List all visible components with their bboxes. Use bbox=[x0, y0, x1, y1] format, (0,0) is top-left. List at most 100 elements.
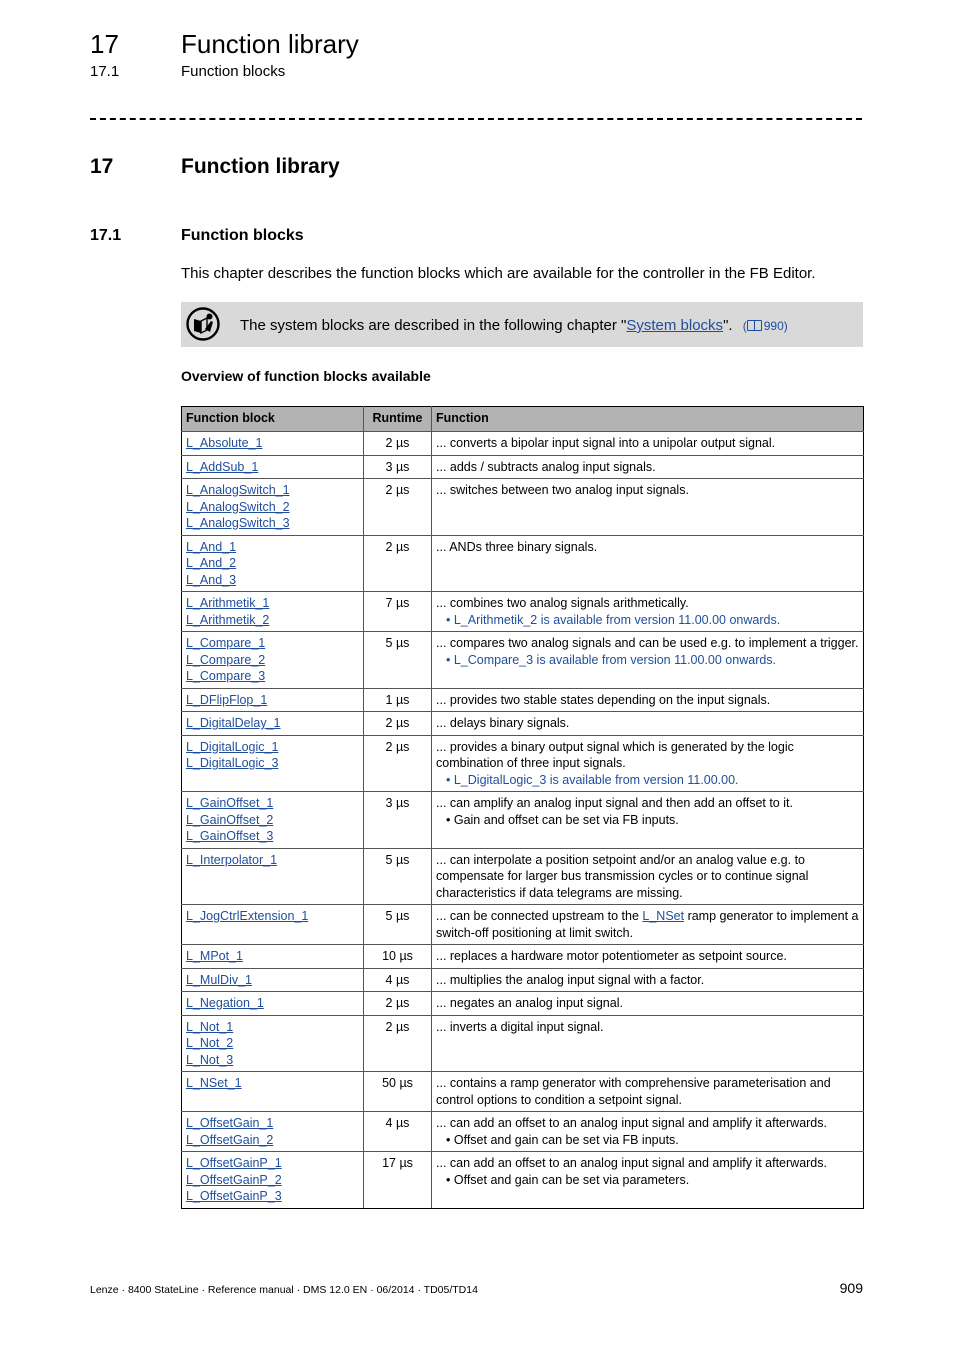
header-divider bbox=[90, 118, 862, 120]
note-text-after: ". bbox=[723, 317, 733, 334]
function-block-link[interactable]: L_DFlipFlop_1 bbox=[186, 692, 359, 709]
function-block-link[interactable]: L_AddSub_1 bbox=[186, 459, 359, 476]
table-row: L_JogCtrlExtension_1 5 µs... can be conne… bbox=[181, 904, 864, 945]
bullet-text: L_Arithmetik_2 is available from version… bbox=[453, 612, 781, 627]
function-description-text: ... compares two analog signals and can … bbox=[436, 636, 859, 650]
function-block-link[interactable]: L_Arithmetik_2 bbox=[186, 612, 359, 629]
table-row: L_GainOffset_1 L_GainOffset_2 L_GainOffset… bbox=[181, 791, 864, 849]
function-block-link[interactable]: L_Compare_3 bbox=[186, 668, 359, 685]
column-header-runtime: Runtime bbox=[363, 406, 432, 432]
column-header-function-block: Function block bbox=[181, 406, 364, 432]
function-block-link[interactable]: L_Absolute_1 bbox=[186, 435, 359, 452]
function-block-link[interactable]: L_Arithmetik_1 bbox=[186, 595, 359, 612]
function-note-bullet: • L_DigitalLogic_3 is available from ver… bbox=[436, 772, 859, 789]
function-note-bullet: • Offset and gain can be set via FB inpu… bbox=[436, 1132, 859, 1149]
runtime-cell: 2 µs bbox=[363, 734, 432, 792]
function-description-text: ... delays binary signals. bbox=[436, 716, 570, 730]
function-block-link[interactable]: L_OffsetGain_2 bbox=[186, 1132, 359, 1149]
function-block-link[interactable]: L_OffsetGainP_3 bbox=[186, 1188, 359, 1205]
runtime-cell: 50 µs bbox=[363, 1071, 432, 1112]
function-block-link[interactable]: L_Compare_1 bbox=[186, 635, 359, 652]
function-description-text: ... provides a binary output signal whic… bbox=[436, 739, 794, 771]
table-row: L_Compare_1 L_Compare_2 L_Compare_3 5 µs...… bbox=[181, 631, 864, 689]
bullet-text: Offset and gain can be set via parameter… bbox=[453, 1172, 690, 1187]
function-block-link[interactable]: L_DigitalLogic_3 bbox=[186, 755, 359, 772]
function-block-link[interactable]: L_DigitalDelay_1 bbox=[186, 715, 359, 732]
function-block-link[interactable]: L_Compare_2 bbox=[186, 652, 359, 669]
page-reference-link[interactable]: (990) bbox=[743, 319, 788, 333]
table-row: L_OffsetGainP_1 L_OffsetGainP_2 L_OffsetGa… bbox=[181, 1151, 864, 1209]
bullet-icon: • bbox=[446, 1132, 454, 1147]
runtime-cell: 3 µs bbox=[363, 791, 432, 849]
function-block-link[interactable]: L_AnalogSwitch_3 bbox=[186, 515, 359, 532]
function-description-text: ... can add an offset to an analog input… bbox=[436, 1156, 827, 1170]
function-block-link[interactable]: L_GainOffset_2 bbox=[186, 812, 359, 829]
function-block-link[interactable]: L_Negation_1 bbox=[186, 995, 359, 1012]
function-description-text: ... can add an offset to an analog input… bbox=[436, 1116, 827, 1130]
system-blocks-link[interactable]: System blocks bbox=[626, 317, 723, 334]
function-block-link[interactable]: L_Interpolator_1 bbox=[186, 852, 359, 869]
function-block-link[interactable]: L_AnalogSwitch_2 bbox=[186, 499, 359, 516]
function-block-link[interactable]: L_Not_1 bbox=[186, 1019, 359, 1036]
function-block-link[interactable]: L_OffsetGainP_1 bbox=[186, 1155, 359, 1172]
function-description-cell: ... switches between two analog input si… bbox=[431, 478, 864, 536]
function-block-link[interactable]: L_DigitalLogic_1 bbox=[186, 739, 359, 756]
running-header-section-number: 17.1 bbox=[90, 63, 120, 80]
page-reference-number: 990 bbox=[763, 319, 784, 333]
table-row: L_DFlipFlop_1 1 µs ... provides two stable… bbox=[181, 687, 864, 712]
runtime-cell: 7 µs bbox=[363, 591, 432, 632]
chapter-heading-title: Function library bbox=[181, 155, 340, 178]
function-block-link[interactable]: L_GainOffset_1 bbox=[186, 795, 359, 812]
function-block-cell: L_Arithmetik_1 L_Arithmetik_2 bbox=[181, 591, 364, 632]
table-row: L_AnalogSwitch_1 L_AnalogSwitch_2 L_Analog… bbox=[181, 478, 864, 536]
function-block-link[interactable]: L_And_3 bbox=[186, 572, 359, 589]
function-block-link[interactable]: L_Not_3 bbox=[186, 1052, 359, 1069]
bullet-text: Offset and gain can be set via FB inputs… bbox=[453, 1132, 679, 1147]
function-block-link[interactable]: L_GainOffset_3 bbox=[186, 828, 359, 845]
runtime-cell: 4 µs bbox=[363, 967, 432, 992]
function-block-link[interactable]: L_OffsetGain_1 bbox=[186, 1115, 359, 1132]
function-block-link[interactable]: L_And_2 bbox=[186, 555, 359, 572]
function-block-cell: L_OffsetGainP_1 L_OffsetGainP_2 L_OffsetGa… bbox=[181, 1151, 364, 1209]
function-description-cell: ... replaces a hardware motor potentiome… bbox=[431, 944, 864, 969]
function-description-text: ... switches between two analog input si… bbox=[436, 483, 689, 497]
function-description-cell: ... can add an offset to an analog input… bbox=[431, 1151, 864, 1209]
function-block-link[interactable]: L_NSet_1 bbox=[186, 1075, 359, 1092]
function-description-cell: ... can be connected upstream to the L_N… bbox=[431, 904, 864, 945]
runtime-cell: 17 µs bbox=[363, 1151, 432, 1209]
book-icon bbox=[746, 320, 762, 331]
function-block-cell: L_DFlipFlop_1 bbox=[181, 687, 364, 712]
runtime-cell: 3 µs bbox=[363, 454, 432, 479]
table-row: L_DigitalLogic_1 L_DigitalLogic_3 2 µs... … bbox=[181, 734, 864, 792]
table-header-row: Function block Runtime Function bbox=[181, 406, 864, 432]
function-description-cell: ... inverts a digital input signal. bbox=[431, 1014, 864, 1072]
function-block-link[interactable]: L_OffsetGainP_2 bbox=[186, 1172, 359, 1189]
function-block-link[interactable]: L_AnalogSwitch_1 bbox=[186, 482, 359, 499]
function-block-cell: L_DigitalDelay_1 bbox=[181, 711, 364, 736]
function-description-text: ... adds / subtracts analog input signal… bbox=[436, 459, 656, 474]
function-block-link[interactable]: L_MulDiv_1 bbox=[186, 972, 359, 989]
l-nset-link[interactable]: L_NSet bbox=[642, 909, 684, 923]
bullet-icon: • bbox=[446, 772, 454, 787]
function-description-cell: ... contains a ramp generator with compr… bbox=[431, 1071, 864, 1112]
function-description-cell: ... provides two stable states depending… bbox=[431, 687, 864, 712]
table-row: L_Absolute_1 2 µs ... converts a bipolar i… bbox=[181, 431, 864, 456]
function-block-link[interactable]: L_MPot_1 bbox=[186, 948, 359, 965]
function-block-cell: L_Interpolator_1 bbox=[181, 847, 364, 905]
function-block-link[interactable]: L_JogCtrlExtension_1 bbox=[186, 908, 359, 925]
function-description-cell: ... combines two analog signals arithmet… bbox=[431, 591, 864, 632]
function-block-cell: L_AnalogSwitch_1 L_AnalogSwitch_2 L_Analog… bbox=[181, 478, 364, 536]
table-row: L_Interpolator_1 5 µs... can interpolate … bbox=[181, 847, 864, 905]
table-row: L_Arithmetik_1 L_Arithmetik_2 7 µs ... comb… bbox=[181, 591, 864, 632]
page-number: 909 bbox=[839, 1280, 863, 1296]
function-description-text: ... inverts a digital input signal. bbox=[436, 1019, 604, 1034]
function-block-cell: L_Absolute_1 bbox=[181, 431, 364, 456]
footer-text: Lenze · 8400 StateLine · Reference manua… bbox=[90, 1284, 478, 1296]
function-note-bullet: • L_Compare_3 is available from version … bbox=[436, 652, 859, 669]
running-header-chapter-number: 17 bbox=[90, 29, 119, 59]
runtime-cell: 2 µs bbox=[363, 991, 432, 1016]
function-description-text: ... ANDs three binary signals. bbox=[436, 539, 598, 554]
function-block-link[interactable]: L_Not_2 bbox=[186, 1035, 359, 1052]
function-block-link[interactable]: L_And_1 bbox=[186, 539, 359, 556]
function-block-cell: L_DigitalLogic_1 L_DigitalLogic_3 bbox=[181, 734, 364, 792]
